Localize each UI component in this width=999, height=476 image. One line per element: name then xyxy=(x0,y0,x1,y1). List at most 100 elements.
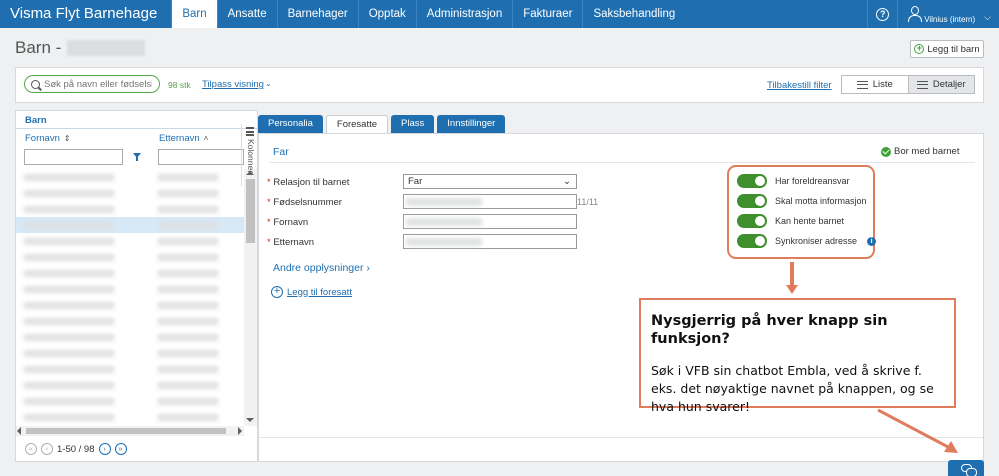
custom-view-link[interactable]: Tilpass visning xyxy=(202,79,264,90)
add-guardian-link[interactable]: + Legg til foresatt xyxy=(271,286,352,298)
pager-range: 1-50 / 98 xyxy=(57,443,95,455)
toggle-row: Kan hente barnet xyxy=(737,214,844,228)
search-input[interactable] xyxy=(44,78,152,90)
scroll-right-icon[interactable] xyxy=(238,427,242,435)
sync-address-toggle[interactable] xyxy=(737,234,767,248)
ssn-label-text: Fødselsnummer xyxy=(273,197,342,208)
table-row[interactable] xyxy=(16,329,244,345)
first-page-icon[interactable]: « xyxy=(25,443,37,455)
help-icon[interactable]: ? xyxy=(867,0,897,28)
scroll-down-icon[interactable] xyxy=(246,418,254,422)
nav-item-saksbehandling[interactable]: Saksbehandling xyxy=(582,0,685,28)
nav-item-opptak[interactable]: Opptak xyxy=(357,0,416,28)
last-page-icon[interactable]: » xyxy=(114,443,127,455)
tip-callout: Nysgjerrig på hver knapp sin funksjon? S… xyxy=(639,298,956,414)
table-row[interactable] xyxy=(16,169,244,185)
pager: « ‹ 1-50 / 98 › » xyxy=(25,443,127,455)
tab-foresatte[interactable]: Foresatte xyxy=(325,115,389,133)
ssn-char-count: 11/11 xyxy=(577,197,599,207)
reset-filter-link[interactable]: Tilbakestill filter xyxy=(767,80,832,91)
can-pickup-toggle[interactable] xyxy=(737,214,767,228)
toggle-label: Kan hente barnet xyxy=(775,216,845,226)
relation-select[interactable]: Far ⌄ xyxy=(403,174,577,189)
horizontal-scrollbar[interactable] xyxy=(16,426,244,436)
user-label: Vilnius (intern) xyxy=(924,15,976,24)
toggle-label: Synkroniser adresse xyxy=(775,236,858,246)
table-row[interactable] xyxy=(16,361,244,377)
view-details-button[interactable]: Detaljer xyxy=(907,76,974,93)
last-name-field[interactable] xyxy=(403,234,577,249)
table-row[interactable] xyxy=(16,265,244,281)
filter-etternavn-input[interactable] xyxy=(158,149,244,165)
table-row[interactable] xyxy=(16,345,244,361)
nav-item-barn[interactable]: Barn xyxy=(171,0,217,28)
annotation-arrow-chat xyxy=(877,408,958,453)
tab-plass[interactable]: Plass xyxy=(391,115,435,133)
redacted-child-name xyxy=(67,40,146,56)
sort-asc-icon: ˄ xyxy=(203,134,209,143)
view-list-label: Liste xyxy=(872,79,893,90)
lives-with-label: Bor med barnet xyxy=(894,146,960,157)
chevron-down-icon[interactable]: ⌄ xyxy=(265,79,272,88)
ssn-label: * Fødselsnummer xyxy=(267,197,342,208)
add-child-button[interactable]: + Legg til barn xyxy=(910,40,984,58)
relation-label-text: Relasjon til barnet xyxy=(273,177,350,188)
next-page-icon[interactable]: › xyxy=(98,443,111,455)
toggle-row: Synkroniser adresse i xyxy=(737,234,877,248)
child-rows xyxy=(16,169,244,425)
receive-info-toggle[interactable] xyxy=(737,194,767,208)
app-brand[interactable]: Visma Flyt Barnehage xyxy=(0,0,171,28)
last-name-label: * Etternavn xyxy=(267,237,315,248)
first-name-label: * Fornavn xyxy=(267,217,309,228)
chevron-down-icon: ⌵ xyxy=(984,12,991,22)
scroll-left-icon[interactable] xyxy=(17,427,21,435)
parental-responsibility-toggle[interactable] xyxy=(737,174,767,188)
relation-value: Far xyxy=(408,176,423,187)
help-label: ? xyxy=(876,7,890,21)
toggle-row: Har foreldreansvar xyxy=(737,174,850,188)
user-menu[interactable]: Vilnius (intern) ⌵ xyxy=(897,0,999,28)
table-row[interactable] xyxy=(16,233,244,249)
child-list-panel: Barn Fornavn⇕ Etternavn˄ « ‹ 1-50 / 98 xyxy=(15,110,258,462)
scroll-thumb[interactable] xyxy=(246,179,255,243)
first-name-field[interactable] xyxy=(403,214,577,229)
details-icon xyxy=(916,80,928,89)
table-row[interactable] xyxy=(16,185,244,201)
prev-page-icon[interactable]: ‹ xyxy=(41,443,53,455)
table-row[interactable] xyxy=(16,377,244,393)
nav-item-administrasjon[interactable]: Administrasjon xyxy=(415,0,512,28)
column-header-fornavn[interactable]: Fornavn ⇕ xyxy=(25,133,71,144)
table-row[interactable] xyxy=(16,249,244,265)
chatbot-button[interactable] xyxy=(948,460,984,476)
view-list-button[interactable]: Liste xyxy=(842,76,908,93)
vertical-scrollbar[interactable] xyxy=(244,169,257,426)
table-row[interactable] xyxy=(16,313,244,329)
nav-item-fakturaer[interactable]: Fakturaer xyxy=(512,0,582,28)
filter-fornavn-input[interactable] xyxy=(24,149,123,165)
nav-item-ansatte[interactable]: Ansatte xyxy=(216,0,277,28)
column-etternavn-label: Etternavn xyxy=(159,133,200,144)
more-info-link[interactable]: Andre opplysninger › xyxy=(273,262,370,274)
info-icon[interactable]: i xyxy=(867,236,877,246)
toolbar: 98 stk Tilpass visning ⌄ Tilbakestill fi… xyxy=(15,67,984,103)
tab-personalia[interactable]: Personalia xyxy=(258,115,323,133)
list-title: Barn xyxy=(25,115,47,126)
columns-toggle[interactable]: Kolonner xyxy=(241,124,257,186)
table-row[interactable] xyxy=(16,409,244,425)
annotation-arrow-head xyxy=(786,285,798,294)
tab-innstillinger[interactable]: Innstillinger xyxy=(437,115,506,133)
table-row[interactable] xyxy=(16,393,244,409)
scroll-thumb[interactable] xyxy=(26,428,226,434)
table-row[interactable] xyxy=(16,297,244,313)
table-row-selected[interactable] xyxy=(16,217,244,233)
view-toggle: Liste Detaljer xyxy=(841,75,975,94)
last-name-label-text: Etternavn xyxy=(273,237,315,248)
filter-icon[interactable] xyxy=(133,153,141,161)
chevron-down-icon: ⌄ xyxy=(563,176,571,187)
table-row[interactable] xyxy=(16,201,244,217)
table-row[interactable] xyxy=(16,281,244,297)
nav-item-barnehager[interactable]: Barnehager xyxy=(276,0,358,28)
ssn-field[interactable] xyxy=(403,194,577,209)
column-header-etternavn[interactable]: Etternavn ˄ xyxy=(159,133,208,144)
search-box[interactable] xyxy=(24,75,160,93)
